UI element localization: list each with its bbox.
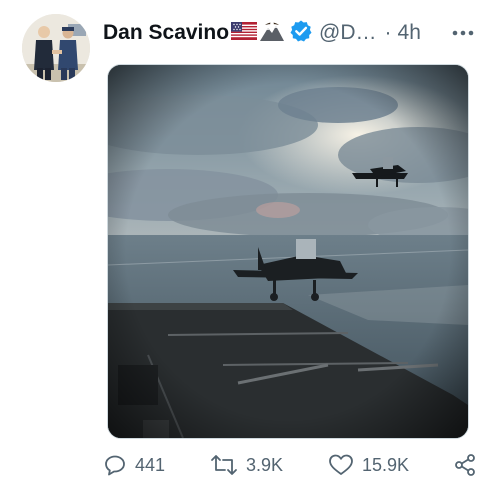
more-options-button[interactable] (452, 18, 474, 48)
retweet-button[interactable]: 3.9K (210, 450, 283, 480)
author-handle[interactable]: @D… (319, 21, 376, 45)
tweet-header: Dan Scavino @D… · 4h (103, 18, 488, 48)
tweet[interactable]: Dan Scavino @D… · 4h 441 3.9K 15.9K (0, 0, 500, 479)
reply-count: 441 (135, 454, 166, 475)
eagle-mountain-icon (259, 20, 285, 47)
avatar[interactable] (22, 14, 90, 82)
reply-icon (105, 455, 125, 476)
tweet-actions: 441 3.9K 15.9K (103, 450, 488, 480)
like-count: 15.9K (362, 454, 410, 475)
us-flag-icon (231, 21, 258, 45)
more-dots-icon (452, 30, 474, 36)
retweet-icon (211, 455, 237, 475)
jet-landing-frame (108, 65, 468, 438)
like-button[interactable]: 15.9K (328, 450, 409, 480)
share-button[interactable] (453, 450, 477, 480)
author-name[interactable]: Dan Scavino (103, 21, 229, 45)
share-icon (455, 454, 475, 476)
reply-button[interactable]: 441 (103, 450, 165, 480)
separator-dot: · (384, 21, 392, 44)
avatar-photo (22, 14, 90, 82)
heart-icon (329, 454, 353, 475)
tweet-media-video[interactable] (107, 64, 469, 439)
retweet-count: 3.9K (246, 454, 284, 475)
tweet-timestamp[interactable]: 4h (398, 21, 421, 45)
verified-badge-icon (289, 19, 313, 48)
